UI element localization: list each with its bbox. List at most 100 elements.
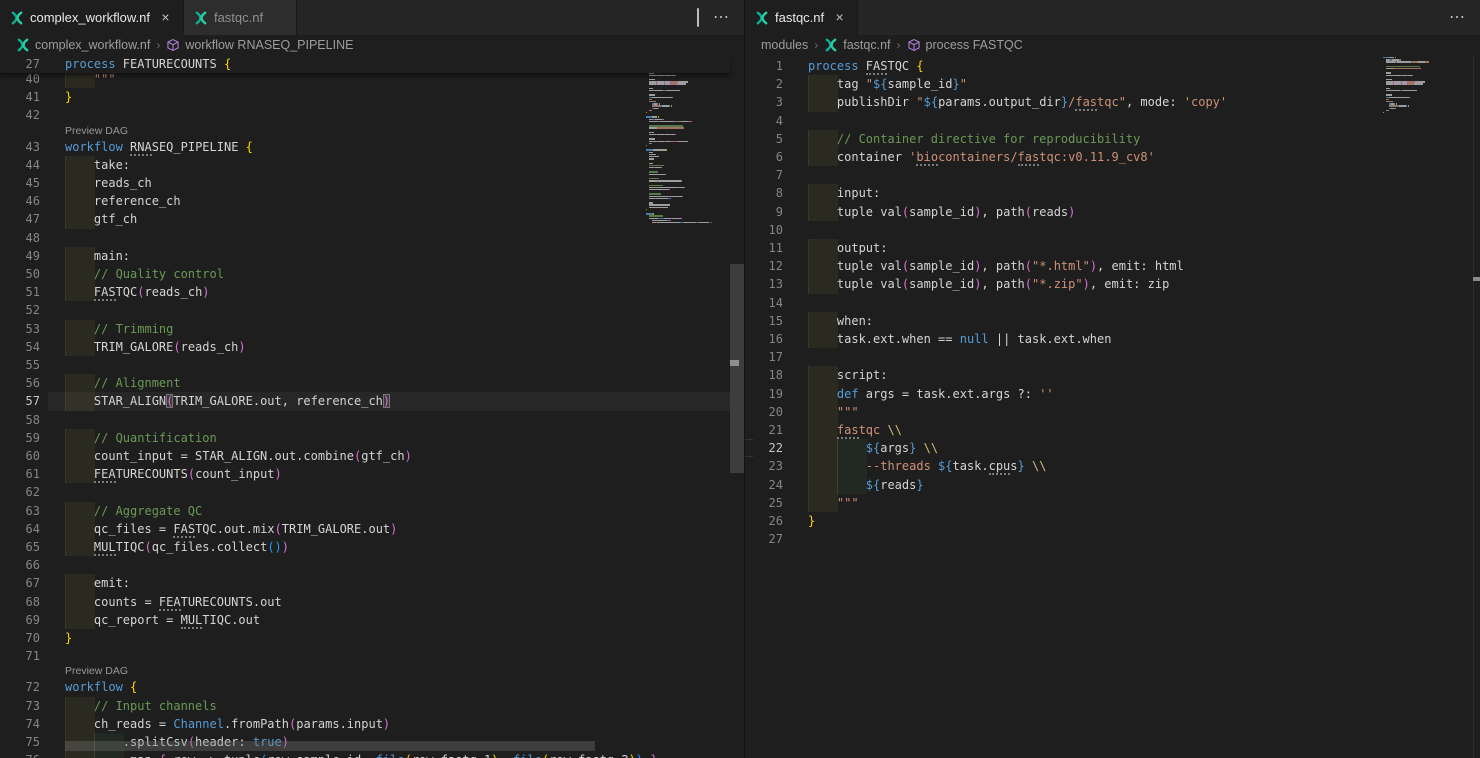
- code-token: file: [513, 753, 542, 758]
- code-line[interactable]: 10: [745, 221, 1480, 239]
- code-line[interactable]: 56// Alignment: [0, 374, 744, 392]
- minimap-line: [646, 145, 647, 146]
- code-line[interactable]: 55: [0, 356, 744, 374]
- code-text: // Container directive for reproducibili…: [837, 130, 1140, 148]
- code-line[interactable]: 54TRIM_GALORE(reads_ch): [0, 338, 744, 356]
- tab-label: fastqc.nf: [214, 10, 263, 25]
- breadcrumb-item[interactable]: modules: [761, 38, 808, 52]
- code-line[interactable]: 27: [745, 530, 1480, 548]
- code-line[interactable]: 58: [0, 411, 744, 429]
- code-line[interactable]: 21fastqc \\: [745, 421, 1480, 439]
- breadcrumb-item[interactable]: process FASTQC: [907, 38, 1023, 52]
- code-line[interactable]: 22${args} \\: [745, 439, 1480, 457]
- code-line[interactable]: 44take:: [0, 156, 744, 174]
- code-line[interactable]: 15when:: [745, 312, 1480, 330]
- code-line[interactable]: 76.map { row -> tuple(row.sample_id, fil…: [0, 751, 744, 758]
- code-line[interactable]: 59// Quantification: [0, 429, 744, 447]
- code-line[interactable]: 45reads_ch: [0, 174, 744, 192]
- tab-complex_workflow-nf[interactable]: complex_workflow.nf×: [0, 0, 184, 35]
- code-line[interactable]: 70}: [0, 629, 744, 647]
- code-line[interactable]: 50// Quality control: [0, 265, 744, 283]
- codelens-preview-dag[interactable]: Preview DAG: [65, 125, 128, 138]
- minimap-line: [649, 185, 663, 186]
- close-icon[interactable]: ×: [158, 10, 173, 25]
- indent-guide: [808, 275, 838, 293]
- code-line[interactable]: 43workflow RNASEQ_PIPELINE {: [0, 138, 744, 156]
- code-line[interactable]: 66: [0, 556, 744, 574]
- code-line[interactable]: 19def args = task.ext.args ?: '': [745, 385, 1480, 403]
- code-line[interactable]: 60count_input = STAR_ALIGN.out.combine(g…: [0, 447, 744, 465]
- minimap-line: [649, 141, 656, 142]
- code-line[interactable]: 2tag "${sample_id}": [745, 75, 1480, 93]
- tab-fastqc-nf[interactable]: fastqc.nf: [184, 0, 297, 35]
- code-line[interactable]: 64qc_files = FASTQC.out.mix(TRIM_GALORE.…: [0, 520, 744, 538]
- more-actions-button[interactable]: ⋯: [713, 9, 730, 27]
- minimap-line: [678, 141, 688, 142]
- code-line[interactable]: 62: [0, 483, 744, 501]
- code-line[interactable]: 7: [745, 166, 1480, 184]
- line-number: 11: [745, 239, 783, 257]
- minimap-line: [659, 103, 661, 104]
- minimap-line: [652, 116, 657, 117]
- breadcrumb-item[interactable]: fastqc.nf: [824, 38, 890, 52]
- sticky-scroll-line[interactable]: 27process FEATURECOUNTS {: [0, 55, 730, 73]
- breadcrumb-item[interactable]: complex_workflow.nf: [16, 38, 150, 52]
- code-line[interactable]: 3publishDir "${params.output_dir}/fastqc…: [745, 93, 1480, 111]
- code-line[interactable]: 20""": [745, 403, 1480, 421]
- code-line[interactable]: 16task.ext.when == null || task.ext.when: [745, 330, 1480, 348]
- minimap-line: [649, 204, 656, 205]
- code-line[interactable]: 73// Input channels: [0, 697, 744, 715]
- vertical-scrollbar-slider[interactable]: [730, 264, 744, 473]
- code-line[interactable]: 53// Trimming: [0, 320, 744, 338]
- line-number: 57: [0, 392, 40, 410]
- code-line[interactable]: 48: [0, 229, 744, 247]
- code-line[interactable]: 67emit:: [0, 574, 744, 592]
- code-line[interactable]: 5// Container directive for reproducibil…: [745, 130, 1480, 148]
- code-line[interactable]: 18script:: [745, 366, 1480, 384]
- minimap[interactable]: [646, 55, 730, 758]
- code-token: row.sample_id,: [267, 753, 375, 758]
- code-token: .out.mix: [217, 522, 275, 536]
- close-icon[interactable]: ×: [832, 10, 847, 25]
- horizontal-scrollbar-slider[interactable]: [65, 741, 595, 751]
- code-line[interactable]: 26}: [745, 512, 1480, 530]
- code-line[interactable]: 47gtf_ch: [0, 210, 744, 228]
- code-line[interactable]: 46reference_ch: [0, 192, 744, 210]
- codelens-preview-dag[interactable]: Preview DAG: [65, 665, 128, 678]
- code-line[interactable]: 11output:: [745, 239, 1480, 257]
- code-line[interactable]: 72workflow {: [0, 678, 744, 696]
- code-line[interactable]: 25""": [745, 494, 1480, 512]
- code-line[interactable]: 14: [745, 294, 1480, 312]
- code-line[interactable]: 63// Aggregate QC: [0, 502, 744, 520]
- code-line[interactable]: 69qc_report = MULTIQC.out: [0, 611, 744, 629]
- code-line[interactable]: 9tuple val(sample_id), path(reads): [745, 203, 1480, 221]
- code-line[interactable]: 65MULTIQC(qc_files.collect()): [0, 538, 744, 556]
- more-actions-button[interactable]: ⋯: [1449, 9, 1466, 27]
- code-line[interactable]: 51FASTQC(reads_ch): [0, 283, 744, 301]
- split-editor-button[interactable]: [697, 9, 699, 27]
- breadcrumb-item[interactable]: workflow RNASEQ_PIPELINE: [166, 38, 353, 52]
- code-line[interactable]: 61FEATURECOUNTS(count_input): [0, 465, 744, 483]
- code-line[interactable]: 13tuple val(sample_id), path("*.zip"), e…: [745, 275, 1480, 293]
- code-line[interactable]: 74ch_reads = Channel.fromPath(params.inp…: [0, 715, 744, 733]
- scrollbar-drag-handle[interactable]: [730, 360, 739, 366]
- code-line[interactable]: 24${reads}: [745, 476, 1480, 494]
- code-line[interactable]: 12tuple val(sample_id), path("*.html"), …: [745, 257, 1480, 275]
- code-line[interactable]: 4: [745, 112, 1480, 130]
- code-line[interactable]: 71: [0, 647, 744, 665]
- tab-fastqc-nf[interactable]: fastqc.nf×: [745, 0, 858, 35]
- minimap[interactable]: [1383, 55, 1463, 758]
- code-line[interactable]: 57STAR_ALIGN(TRIM_GALORE.out, reference_…: [0, 392, 744, 410]
- indent-guide: [808, 184, 838, 202]
- code-line[interactable]: 52: [0, 301, 744, 319]
- code-line[interactable]: 1process FASTQC {: [745, 57, 1480, 75]
- code-line[interactable]: 17: [745, 348, 1480, 366]
- code-line[interactable]: 42: [0, 106, 744, 124]
- code-line[interactable]: 8input:: [745, 184, 1480, 202]
- code-line[interactable]: 23--threads ${task.cpus} \\: [745, 457, 1480, 475]
- code-line[interactable]: 68counts = FEATURECOUNTS.out: [0, 593, 744, 611]
- code-line[interactable]: 41}: [0, 88, 744, 106]
- code-line[interactable]: 6container 'biocontainers/fastqc:v0.11.9…: [745, 148, 1480, 166]
- minimap-line: [652, 105, 660, 106]
- code-line[interactable]: 49main:: [0, 247, 744, 265]
